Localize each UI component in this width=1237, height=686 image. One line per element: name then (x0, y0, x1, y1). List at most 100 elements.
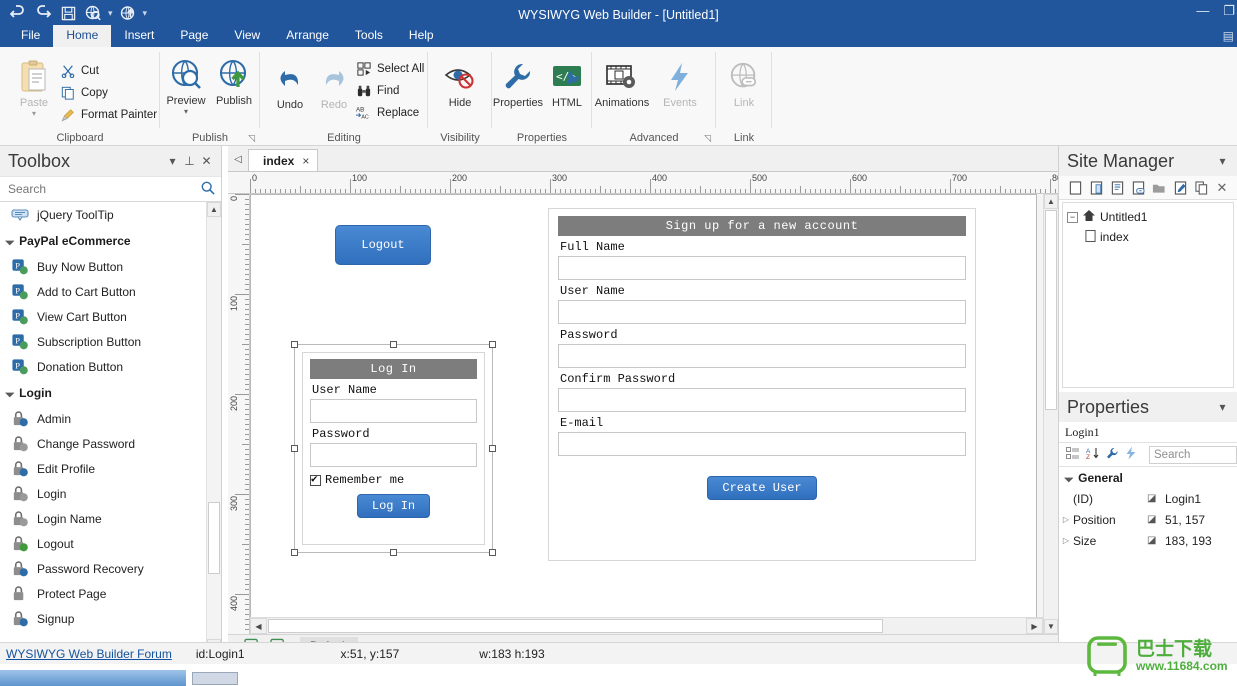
taskbar-button[interactable] (192, 672, 238, 685)
new-page-icon[interactable] (1067, 180, 1083, 196)
property-expander-icon[interactable]: ▷ (1059, 515, 1073, 524)
ribbon-tab-page[interactable]: Page (167, 25, 221, 47)
signup-username-input[interactable] (558, 300, 966, 324)
resize-handle-nw[interactable] (291, 341, 298, 348)
property-value[interactable]: Login1 (1165, 492, 1237, 506)
property-row[interactable]: ▷ Position ◪ 51, 157 (1059, 509, 1237, 530)
toolbox-item-password-recovery[interactable]: Password Recovery (0, 556, 221, 581)
chevron-down-icon[interactable]: ▾ (1214, 154, 1231, 168)
document-tab-close-icon[interactable]: × (302, 154, 309, 168)
format-painter-button[interactable]: Format Painter (60, 105, 157, 124)
toolbox-item-edit-profile[interactable]: Edit Profile (0, 456, 221, 481)
canvas-scroll-down-icon[interactable]: ▼ (1044, 619, 1058, 634)
resize-handle-w[interactable] (291, 444, 298, 452)
canvas-scroll-up-icon[interactable]: ▲ (1044, 194, 1058, 209)
toolbox-search-input[interactable] (8, 182, 201, 196)
resize-handle-n[interactable] (389, 341, 397, 348)
linked-page-icon[interactable] (1130, 180, 1146, 196)
document-tab-index[interactable]: index × (248, 149, 319, 171)
preview-button[interactable]: Preview ▾ (160, 55, 212, 116)
design-page[interactable]: Logout Log In User Name Password Remembe… (250, 194, 1037, 619)
tree-expander-icon[interactable]: − (1067, 211, 1078, 223)
logout-button[interactable]: Logout (335, 225, 431, 265)
login-password-input[interactable] (310, 443, 477, 467)
canvas-horizontal-scrollbar[interactable]: ◀ ▶ (250, 617, 1043, 634)
toolbox-item-admin[interactable]: Admin (0, 406, 221, 431)
signup-widget[interactable]: Sign up for a new account Full Name User… (548, 208, 976, 561)
minimize-button[interactable]: — (1196, 4, 1209, 18)
toolbox-item-signup[interactable]: Signup (0, 606, 221, 631)
restore-button[interactable]: ❐ (1223, 4, 1235, 18)
forum-link[interactable]: WYSIWYG Web Builder Forum (6, 647, 172, 661)
property-bind-icon[interactable]: ◪ (1147, 535, 1165, 546)
copy-button[interactable]: Copy (60, 83, 108, 102)
signup-fullname-input[interactable] (558, 256, 966, 280)
toolbox-item-add-to-cart-button[interactable]: P Add to Cart Button (0, 279, 221, 304)
toolbox-item-change-password[interactable]: Change Password (0, 431, 221, 456)
toolbox-item-subscription-button[interactable]: P Subscription Button (0, 329, 221, 354)
ribbon-tab-tools[interactable]: Tools (342, 25, 396, 47)
replace-button[interactable]: AB AC Replace (356, 103, 419, 122)
select-all-button[interactable]: Select All (356, 59, 424, 78)
cut-button[interactable]: Cut (60, 61, 99, 80)
login-widget[interactable]: Log In User Name Password Remember me Lo… (291, 341, 496, 556)
duplicate-icon[interactable] (1193, 180, 1209, 196)
toolbox-item-protect-page[interactable]: Protect Page (0, 581, 221, 606)
canvas-h-scroll-thumb[interactable] (268, 619, 883, 633)
resize-handle-s[interactable] (389, 549, 397, 556)
preview-dropdown-arrow-icon-ribbon[interactable]: ▾ (184, 107, 188, 116)
ribbon-tab-insert[interactable]: Insert (111, 25, 167, 47)
canvas-viewport[interactable]: Logout Log In User Name Password Remembe… (250, 194, 1043, 634)
signup-password-input[interactable] (558, 344, 966, 368)
pin-icon[interactable]: ⊥ (181, 154, 198, 168)
toolbox-group-login[interactable]: ◢ Login (0, 379, 221, 406)
property-category-general[interactable]: ◢ General (1059, 467, 1237, 488)
ribbon-tab-arrange[interactable]: Arrange (273, 25, 342, 47)
login-username-input[interactable] (310, 399, 477, 423)
tab-nav-left-icon[interactable]: ◁ (228, 154, 248, 171)
publish-button[interactable]: Publish (208, 55, 260, 107)
hide-button[interactable]: Hide (434, 57, 486, 109)
events-button[interactable]: Events (654, 57, 706, 109)
property-row[interactable]: ▷ Size ◪ 183, 193 (1059, 530, 1237, 551)
page-properties-icon[interactable] (1109, 180, 1125, 196)
canvas-scroll-right-icon[interactable]: ▶ (1026, 618, 1043, 634)
new-mobile-page-icon[interactable] (1088, 180, 1104, 196)
canvas-scroll-left-icon[interactable]: ◀ (250, 618, 267, 634)
property-value[interactable]: 51, 157 (1165, 513, 1237, 527)
redo-button[interactable]: Redo (308, 59, 360, 111)
logout-widget[interactable]: Logout (335, 225, 431, 265)
properties-search-input[interactable]: Search (1149, 445, 1237, 464)
html-button[interactable]: </> HTML (541, 57, 593, 109)
property-row[interactable]: (ID) ◪ Login1 (1059, 488, 1237, 509)
new-folder-icon[interactable] (1151, 180, 1167, 196)
remember-me-checkbox[interactable] (310, 472, 321, 486)
chevron-down-icon[interactable]: ▾ (1214, 400, 1231, 414)
categorized-icon[interactable] (1066, 446, 1080, 463)
login-submit-button[interactable]: Log In (356, 494, 431, 518)
signup-confirm-input[interactable] (558, 388, 966, 412)
toolbox-item-view-cart-button[interactable]: P View Cart Button (0, 304, 221, 329)
toolbox-item-login[interactable]: Login (0, 481, 221, 506)
resize-handle-se[interactable] (489, 549, 496, 556)
publish-dialog-launcher[interactable]: ◹ (248, 133, 255, 144)
toolbox-item-jquery-tooltip[interactable]: jQuery ToolTip (0, 202, 221, 227)
property-bind-icon[interactable]: ◪ (1147, 514, 1165, 525)
ribbon-tab-file[interactable]: File (8, 25, 53, 47)
events-icon[interactable] (1125, 446, 1137, 463)
toolbox-item-donation-button[interactable]: P Donation Button (0, 354, 221, 379)
canvas-v-scroll-thumb[interactable] (1045, 210, 1057, 410)
search-icon[interactable] (201, 181, 215, 198)
group-expander-icon[interactable]: ◢ (5, 235, 16, 246)
link-button[interactable]: Link (718, 57, 770, 109)
tree-node-untitled1[interactable]: − Untitled1 (1067, 207, 1233, 227)
toolbox-scroll-thumb[interactable] (208, 502, 220, 574)
delete-icon[interactable]: ✕ (1214, 180, 1230, 196)
resize-handle-sw[interactable] (291, 549, 298, 556)
advanced-dialog-launcher[interactable]: ◹ (704, 133, 711, 144)
paste-button[interactable]: Paste ▾ (8, 57, 60, 118)
toolbox-group-paypal-ecommerce[interactable]: ◢ PayPal eCommerce (0, 227, 221, 254)
properties-button[interactable]: Properties (492, 57, 544, 109)
scroll-up-arrow-icon[interactable]: ▲ (207, 202, 221, 217)
canvas-vertical-scrollbar[interactable]: ▲ ▼ (1043, 194, 1058, 634)
